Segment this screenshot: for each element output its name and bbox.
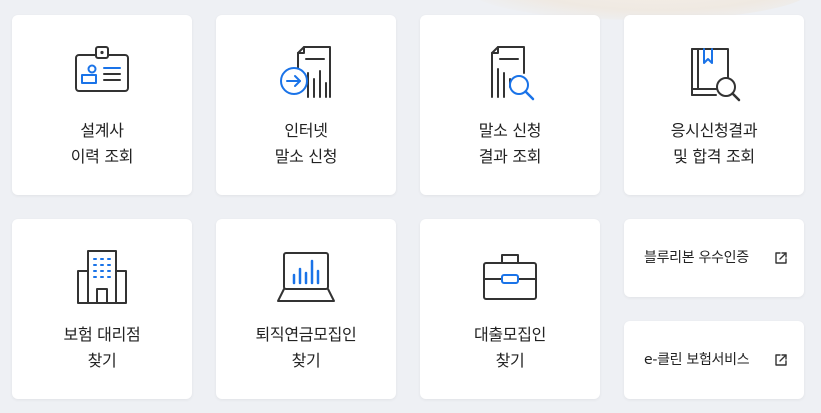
blue-ribbon-link[interactable]: 블루리본 우수인증 <box>624 219 804 297</box>
tile-label-line2: 찾기 <box>87 351 117 370</box>
tile-label-line1: 말소 신청 <box>478 121 542 140</box>
link-label: e-클린 보험서비스 <box>644 352 750 368</box>
tile-label-line2: 결과 조회 <box>478 147 542 166</box>
tile-label-line2: 말소 신청 <box>274 147 338 166</box>
book-search-icon <box>682 43 746 107</box>
tile-label: 대출모집인 찾기 <box>420 322 600 374</box>
tile-loan-recruiter-search[interactable]: 대출모집인 찾기 <box>420 219 600 399</box>
tile-agency-search[interactable]: 보험 대리점 찾기 <box>12 219 192 399</box>
building-icon <box>70 247 134 311</box>
document-search-icon <box>478 43 542 107</box>
tile-label-line2: 찾기 <box>291 351 321 370</box>
tile-label: 말소 신청 결과 조회 <box>420 118 600 170</box>
tile-label-line2: 이력 조회 <box>70 147 134 166</box>
tile-label-line1: 대출모집인 <box>473 325 547 344</box>
tile-cancel-result[interactable]: 말소 신청 결과 조회 <box>420 15 600 195</box>
tile-label: 퇴직연금모집인 찾기 <box>216 322 396 374</box>
tile-label-line1: 퇴직연금모집인 <box>255 325 357 344</box>
tile-label-line1: 설계사 <box>80 121 124 140</box>
tile-label: 설계사 이력 조회 <box>12 118 192 170</box>
tile-internet-cancel[interactable]: 인터넷 말소 신청 <box>216 15 396 195</box>
tile-label-line1: 응시신청결과 <box>670 121 758 140</box>
tile-label-line2: 및 합격 조회 <box>673 147 755 166</box>
tile-label: 보험 대리점 찾기 <box>12 322 192 374</box>
tile-label-line1: 인터넷 <box>284 121 328 140</box>
link-label: 블루리본 우수인증 <box>644 250 749 266</box>
tile-agent-history[interactable]: 설계사 이력 조회 <box>12 15 192 195</box>
tile-exam-result[interactable]: 응시신청결과 및 합격 조회 <box>624 15 804 195</box>
e-clean-insurance-link[interactable]: e-클린 보험서비스 <box>624 321 804 399</box>
tile-label: 응시신청결과 및 합격 조회 <box>624 118 804 170</box>
external-link-icon <box>774 353 788 367</box>
id-card-icon <box>70 43 134 107</box>
tile-label-line2: 찾기 <box>495 351 525 370</box>
briefcase-icon <box>478 247 542 311</box>
external-link-icon <box>774 251 788 265</box>
tile-label-line1: 보험 대리점 <box>63 325 141 344</box>
tile-label: 인터넷 말소 신청 <box>216 118 396 170</box>
tile-pension-recruiter-search[interactable]: 퇴직연금모집인 찾기 <box>216 219 396 399</box>
laptop-chart-icon <box>274 247 338 311</box>
document-arrow-icon <box>274 43 338 107</box>
